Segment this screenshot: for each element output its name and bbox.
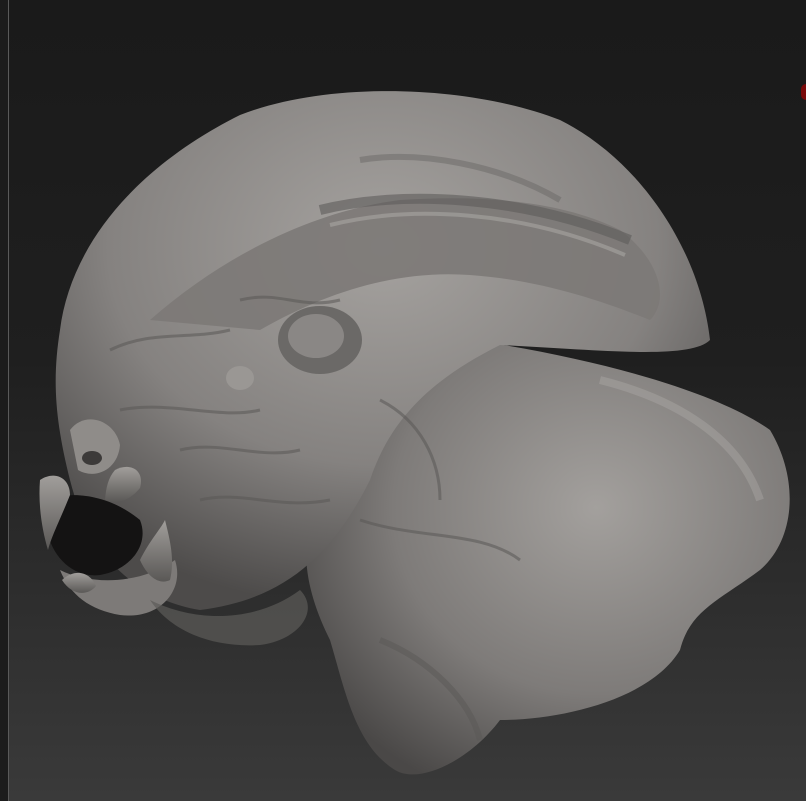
sculpt-viewport[interactable] — [0, 0, 806, 801]
creature-head-model[interactable] — [0, 0, 806, 801]
